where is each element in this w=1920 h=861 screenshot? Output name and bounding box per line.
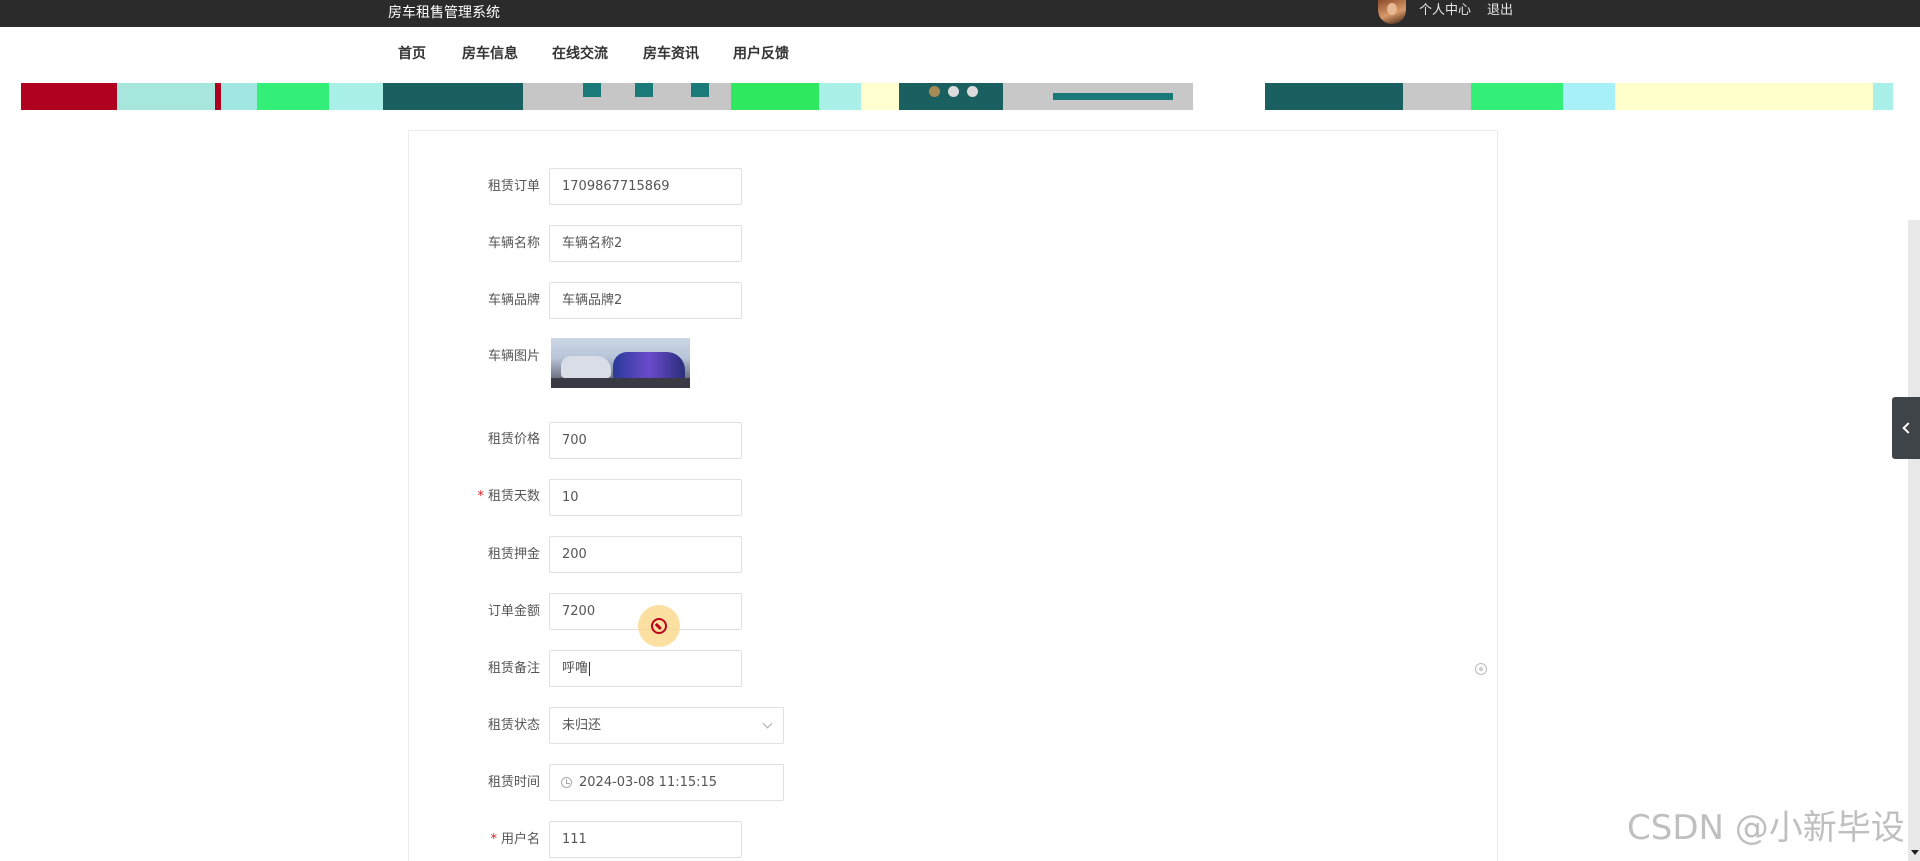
rental-price-input[interactable]: 700 [549, 422, 742, 459]
page-scrollbar[interactable] [1908, 220, 1920, 861]
chevron-left-icon [1902, 422, 1914, 434]
user-avatar[interactable] [1378, 0, 1406, 24]
label-rental-days: * 租赁天数 [477, 489, 540, 504]
banner-block [691, 83, 709, 97]
nav-rv-news[interactable]: 房车资讯 [643, 44, 699, 64]
scroll-down-arrow-icon[interactable] [1911, 850, 1919, 855]
username-input[interactable]: 111 [549, 821, 742, 858]
carousel-dot-2[interactable] [948, 86, 959, 97]
nav-feedback[interactable]: 用户反馈 [733, 44, 789, 64]
rental-remark-input[interactable]: 呼噜 [549, 650, 742, 687]
banner-block [635, 83, 653, 97]
label-rental-status: 租赁状态 [487, 718, 540, 733]
label-vehicle-image: 车辆图片 [487, 349, 540, 364]
logout-link[interactable]: 退出 [1487, 2, 1513, 20]
label-vehicle-brand: 车辆品牌 [487, 293, 540, 308]
label-order-no: 租赁订单 [487, 179, 540, 194]
car-shape [613, 352, 685, 380]
nav-home[interactable]: 首页 [398, 44, 426, 64]
road-shape [551, 378, 690, 388]
label-rental-price: 租赁价格 [487, 432, 540, 447]
watermark: CSDN @小新毕设 [1627, 808, 1905, 848]
banner-carousel[interactable] [3, 83, 1893, 110]
chevron-down-icon [762, 718, 773, 729]
rental-deposit-input[interactable]: 200 [549, 536, 742, 573]
vehicle-brand-input[interactable]: 车辆品牌2 [549, 282, 742, 319]
banner-block [1053, 93, 1173, 100]
car-shape [561, 356, 611, 378]
required-mark: * [490, 832, 497, 847]
nav-rv-info[interactable]: 房车信息 [462, 44, 518, 64]
vehicle-image[interactable] [551, 338, 690, 388]
order-no-input[interactable]: 1709867715869 [549, 168, 742, 205]
clear-icon[interactable] [1475, 663, 1487, 675]
banner-block [583, 83, 601, 97]
top-bar: 房车租售管理系统 个人中心 退出 [0, 0, 1920, 27]
label-rental-deposit: 租赁押金 [487, 547, 540, 562]
label-rental-time: 租赁时间 [487, 775, 540, 790]
label-username: * 用户名 [490, 832, 540, 847]
mouse-cursor-highlight [638, 605, 680, 647]
label-order-amount: 订单金额 [487, 604, 540, 619]
carousel-dot-1[interactable] [929, 86, 940, 97]
rental-time-picker[interactable]: 2024-03-08 11:15:15 [549, 764, 784, 801]
carousel-dot-3[interactable] [967, 86, 978, 97]
personal-center-link[interactable]: 个人中心 [1419, 2, 1471, 20]
rental-status-select[interactable]: 未归还 [549, 707, 784, 744]
main-nav: 首页 房车信息 在线交流 房车资讯 用户反馈 [0, 27, 1920, 83]
clock-icon [561, 777, 572, 788]
side-panel-toggle[interactable] [1892, 397, 1920, 459]
nav-online-chat[interactable]: 在线交流 [552, 44, 608, 64]
vehicle-name-input[interactable]: 车辆名称2 [549, 225, 742, 262]
text-caret [589, 661, 591, 676]
rental-days-input[interactable]: 10 [549, 479, 742, 516]
forbidden-icon [651, 618, 667, 634]
avatar-face [1387, 3, 1397, 15]
label-rental-remark: 租赁备注 [487, 661, 540, 676]
label-vehicle-name: 车辆名称 [487, 236, 540, 251]
required-mark: * [477, 489, 484, 504]
system-title: 房车租售管理系统 [388, 5, 500, 21]
